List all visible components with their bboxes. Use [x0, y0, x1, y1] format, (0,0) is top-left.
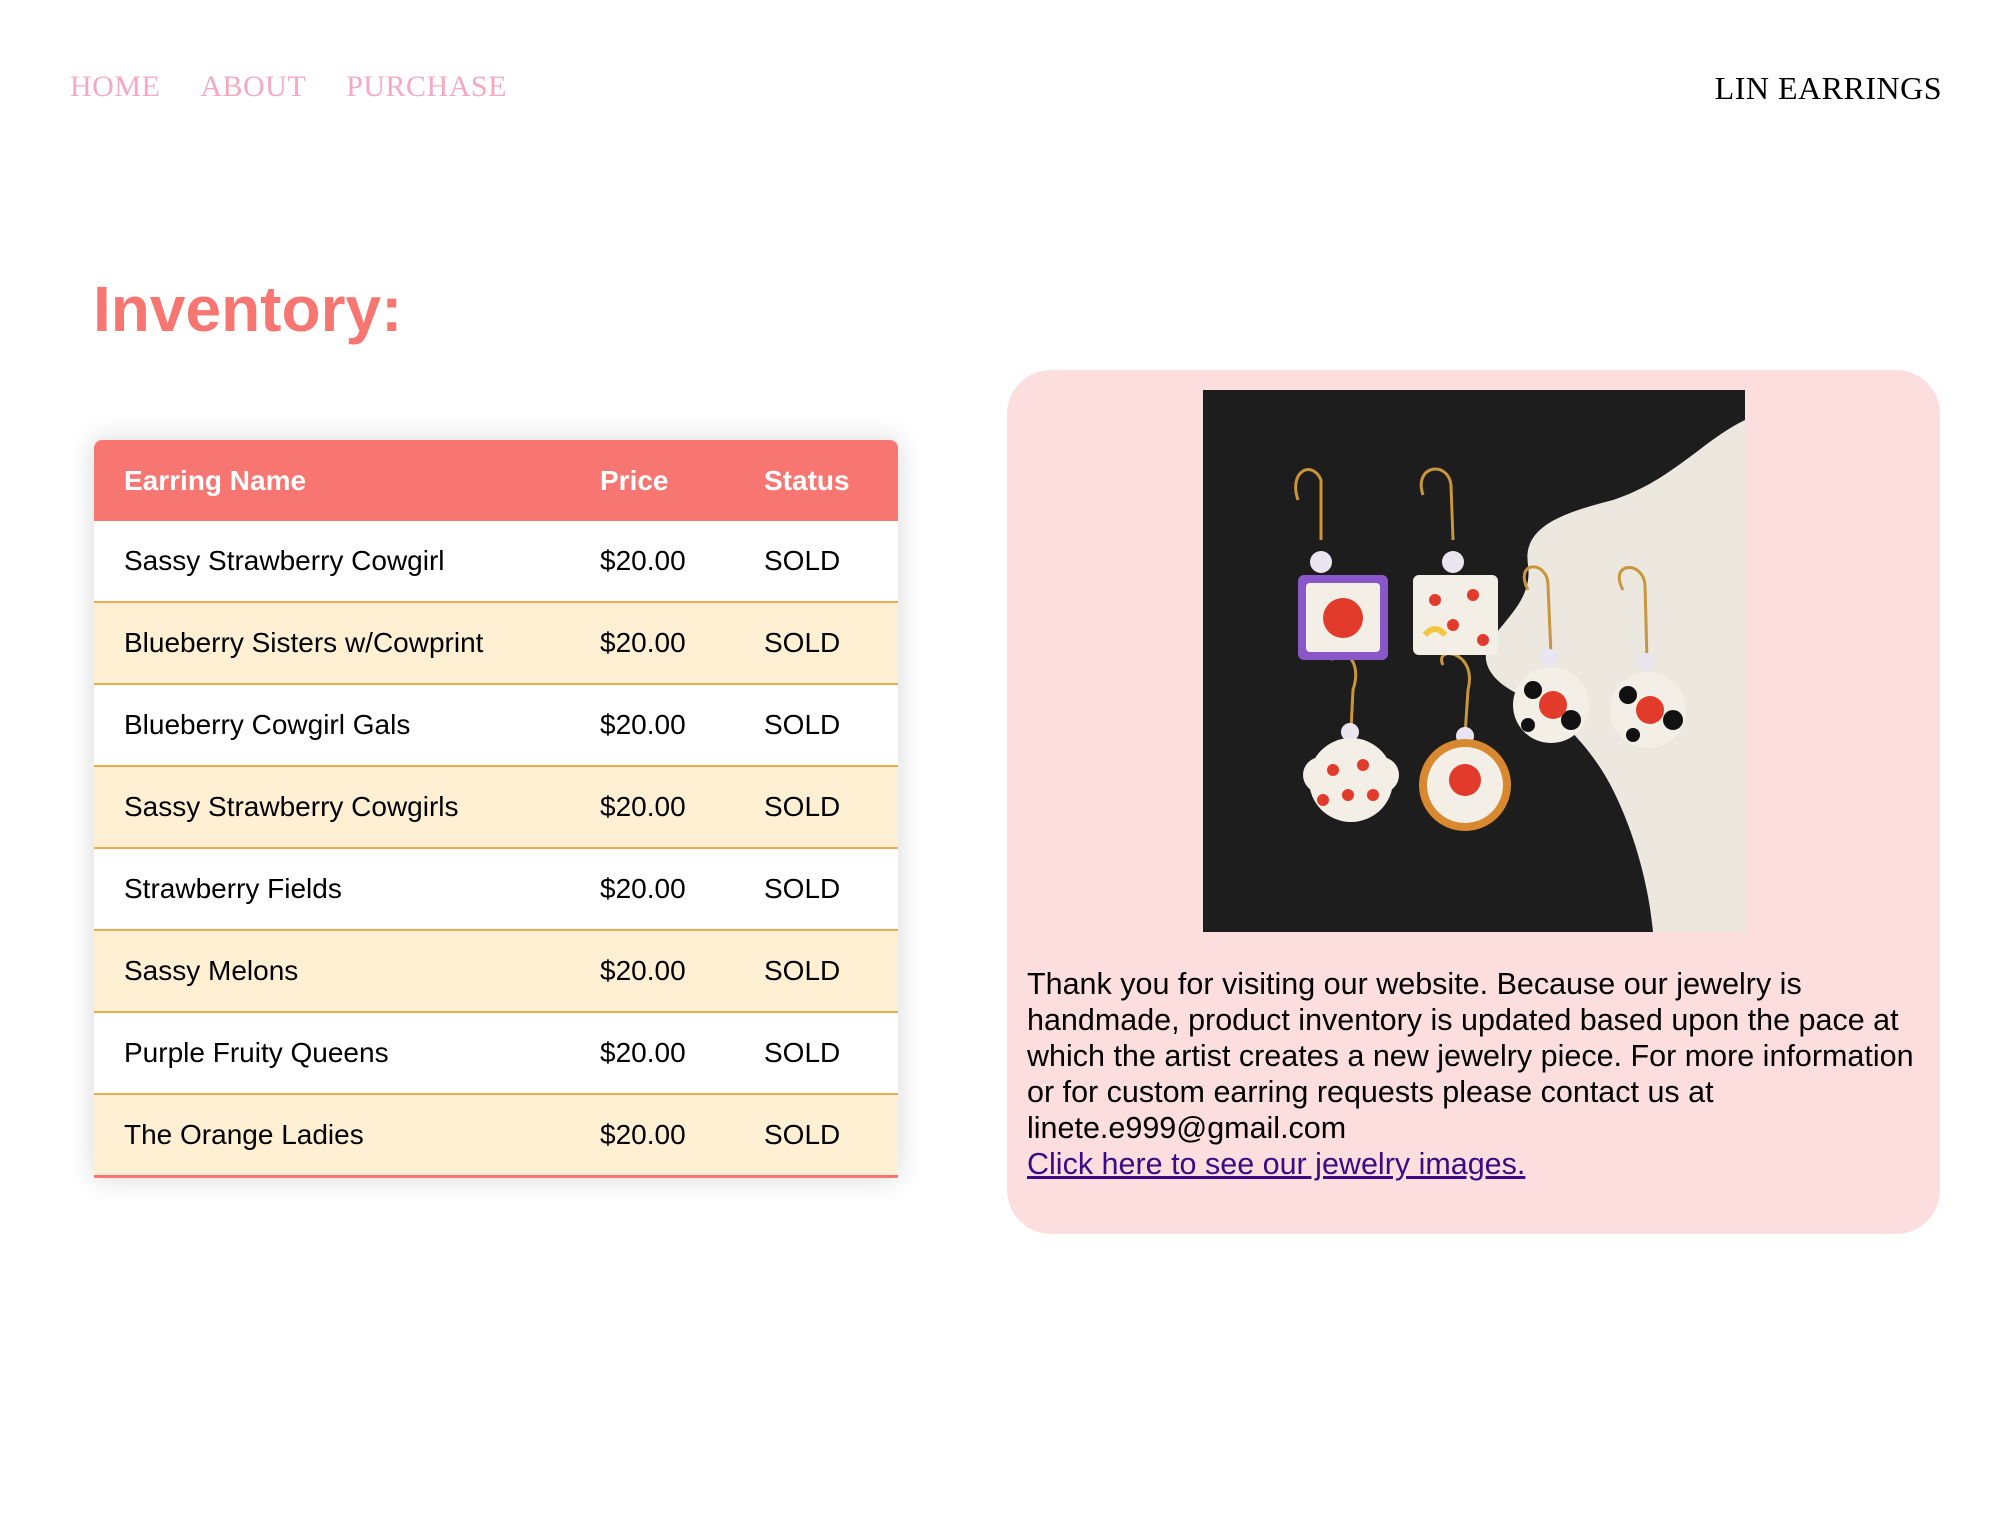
page-title: Inventory: [93, 273, 403, 345]
table-row: Purple Fruity Queens $20.00 SOLD [94, 1012, 898, 1095]
price-cell: $20.00 [600, 848, 734, 931]
info-text: Thank you for visiting our website. Beca… [1027, 966, 1927, 1182]
earring-name-cell: The Orange Ladies [124, 1119, 364, 1150]
price-cell: $20.00 [600, 521, 734, 603]
earrings-photo [1203, 390, 1745, 932]
price-cell: $20.00 [600, 766, 734, 849]
column-header-price: Price [600, 464, 669, 496]
price-cell: $20.00 [600, 602, 734, 685]
earring-name-cell: Strawberry Fields [94, 848, 600, 931]
table-row: Blueberry Cowgirl Gals $20.00 SOLD [94, 684, 898, 767]
price-cell: $20.00 [600, 684, 734, 767]
table-row: The Orange Ladies $20.00 SOLD [94, 1094, 898, 1175]
earring-name-cell: Sassy Strawberry Cowgirls [94, 766, 600, 849]
brand-name: LIN EARRINGS [1714, 70, 1942, 106]
table-header-row: Earring Name Price Status [94, 440, 898, 521]
earring-name-cell: Sassy Melons [94, 930, 600, 1013]
earring-name-cell: Blueberry Cowgirl Gals [94, 684, 600, 767]
nav-link-about[interactable]: ABOUT [200, 70, 306, 104]
status-cell: SOLD [734, 602, 898, 685]
nav-link-purchase[interactable]: PURCHASE [346, 70, 507, 104]
info-card: Thank you for visiting our website. Beca… [1007, 370, 1940, 1234]
price-cell: $20.00 [600, 1119, 686, 1150]
status-cell: SOLD [734, 684, 898, 767]
info-paragraph: Thank you for visiting our website. Beca… [1027, 967, 1914, 1145]
column-header-name: Earring Name [124, 464, 307, 496]
earring-name-cell: Sassy Strawberry Cowgirl [94, 521, 600, 603]
table-row: Strawberry Fields $20.00 SOLD [94, 848, 898, 931]
table-row: Sassy Melons $20.00 SOLD [94, 930, 898, 1013]
earring-name-cell: Purple Fruity Queens [94, 1012, 600, 1095]
inventory-table: Earring Name Price Status Sassy Strawber… [94, 440, 898, 1178]
status-cell: SOLD [734, 848, 898, 931]
price-cell: $20.00 [600, 1012, 734, 1095]
column-header-status: Status [764, 464, 850, 496]
status-cell: SOLD [734, 930, 898, 1013]
price-cell: $20.00 [600, 930, 734, 1013]
status-cell: SOLD [734, 1012, 898, 1095]
table-row: Blueberry Sisters w/Cowprint $20.00 SOLD [94, 602, 898, 685]
table-row: Sassy Strawberry Cowgirl $20.00 SOLD [94, 521, 898, 603]
table-row: Sassy Strawberry Cowgirls $20.00 SOLD [94, 766, 898, 849]
earring-name-cell: Blueberry Sisters w/Cowprint [94, 602, 600, 685]
nav-link-home[interactable]: HOME [70, 70, 160, 104]
status-cell: SOLD [734, 521, 898, 603]
status-cell: SOLD [764, 1119, 841, 1150]
status-cell: SOLD [734, 766, 898, 849]
jewelry-images-link[interactable]: Click here to see our jewelry images. [1027, 1147, 1525, 1181]
main-nav: HOME ABOUT PURCHASE [70, 70, 507, 104]
